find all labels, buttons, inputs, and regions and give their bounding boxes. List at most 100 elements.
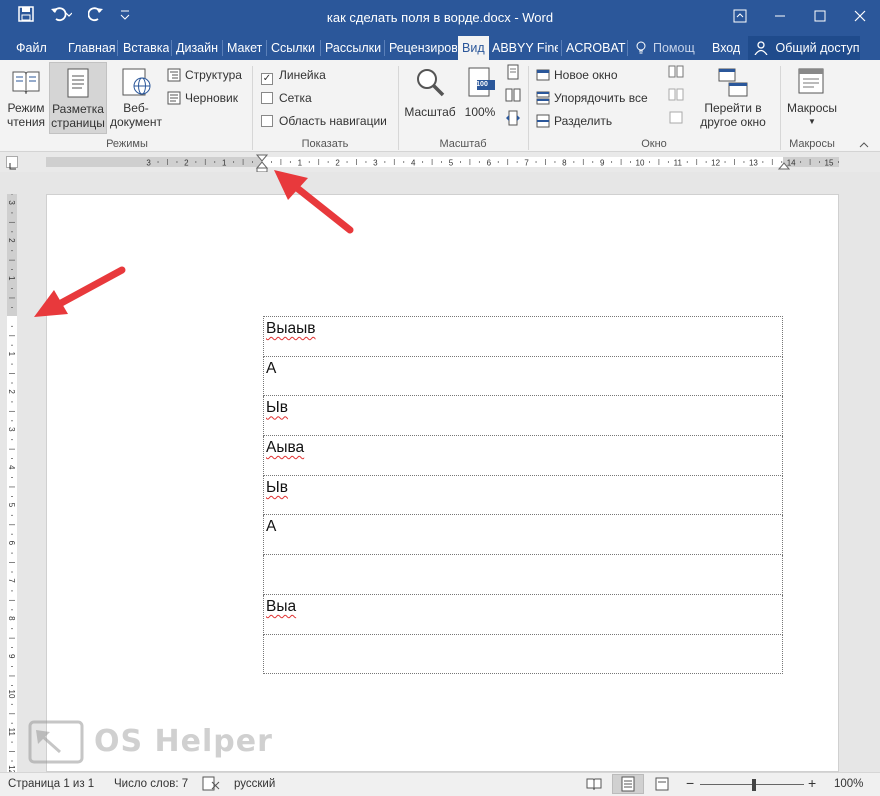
ruler-label: 5 — [7, 503, 16, 508]
switch-windows-label-1: Перейти в — [704, 101, 762, 115]
ruler-label: 5 — [449, 159, 454, 168]
table-cell[interactable]: Ыв — [263, 474, 783, 516]
tab-acrobat[interactable]: ACROBAT — [566, 36, 626, 60]
web-layout-button[interactable]: Веб- документ — [108, 66, 164, 129]
navigation-pane-checkbox[interactable]: Область навигации — [261, 114, 387, 128]
tab-mailings[interactable]: Рассылки — [325, 36, 381, 60]
view-side-by-side-button[interactable] — [666, 64, 686, 83]
print-layout-view-icon[interactable] — [612, 774, 644, 794]
table-cell[interactable] — [263, 554, 783, 595]
one-page-button[interactable] — [503, 64, 523, 83]
document-table[interactable]: Выаыв А Ыв Аыва Ыв А Выа — [263, 316, 783, 675]
tab-abbyy[interactable]: ABBYY Finel — [492, 36, 558, 60]
tab-home[interactable]: Главная — [68, 36, 116, 60]
read-mode-view-icon[interactable] — [586, 776, 602, 795]
ruler-label: 13 — [749, 159, 758, 168]
vertical-ruler-ticks: 321123456789101112 — [7, 194, 16, 772]
table-row[interactable]: А — [263, 355, 783, 397]
table-cell[interactable]: А — [263, 514, 783, 556]
tab-references[interactable]: Ссылки — [271, 36, 315, 60]
checkbox-empty — [261, 115, 273, 127]
table-row[interactable]: Ыв — [263, 474, 783, 516]
split-label: Разделить — [554, 114, 613, 128]
read-mode-button[interactable]: Режим чтения — [4, 66, 48, 129]
tab-separator — [171, 40, 172, 56]
gridlines-checkbox[interactable]: Сетка — [261, 91, 312, 105]
zoom-group-name: Масштаб — [439, 138, 487, 150]
table-row[interactable]: Выаыв — [263, 316, 783, 357]
collapse-ribbon-button[interactable] — [857, 138, 871, 152]
left-tab-icon — [9, 159, 16, 173]
table-cell[interactable]: А — [263, 355, 783, 397]
reset-window-icon — [668, 110, 684, 129]
tab-layout[interactable]: Макет — [227, 36, 262, 60]
table-cell[interactable]: Ыв — [263, 395, 783, 437]
tab-insert[interactable]: Вставка — [123, 36, 169, 60]
zoom-level[interactable]: 100% — [834, 778, 863, 790]
vertical-ruler[interactable]: 3 2 1 1 2 3 4 5 6 7 8 9 10 11 12 — [7, 194, 17, 772]
tab-selector-button[interactable] — [6, 156, 18, 170]
table-cell[interactable]: Аыва — [263, 435, 783, 476]
table-cell[interactable] — [263, 633, 783, 675]
magnifier-icon — [414, 66, 446, 101]
zoom-100-button[interactable]: 100% — [460, 66, 500, 119]
draft-button[interactable]: Черновик — [167, 91, 238, 108]
outline-button[interactable]: Структура — [167, 68, 242, 85]
ribbon-display-options-icon[interactable] — [720, 0, 760, 32]
print-layout-label-1: Разметка — [52, 102, 104, 116]
arrange-all-icon — [536, 91, 550, 108]
tab-file[interactable]: Файл — [16, 36, 47, 60]
maximize-icon[interactable] — [800, 0, 840, 32]
page-count[interactable]: Страница 1 из 1 — [8, 778, 94, 790]
minimize-icon[interactable] — [760, 0, 800, 32]
tab-separator — [117, 40, 118, 56]
ruler-label: 8 — [7, 616, 16, 621]
sign-in-link[interactable]: Вход — [712, 36, 740, 60]
web-layout-view-icon[interactable] — [654, 776, 670, 795]
reset-window-position-button[interactable] — [666, 110, 686, 129]
print-layout-button[interactable]: Разметка страницы — [49, 62, 107, 134]
ruler-label: 10 — [636, 159, 645, 168]
close-icon[interactable] — [840, 0, 880, 32]
synchronous-scrolling-button[interactable] — [666, 87, 686, 106]
table-row[interactable] — [263, 554, 783, 595]
table-row[interactable]: Ыв — [263, 395, 783, 437]
ruler-label: 2 — [184, 159, 189, 168]
table-cell[interactable]: Выаыв — [263, 316, 783, 357]
ruler-label: 9 — [600, 159, 605, 168]
ruler-checkbox[interactable]: ✓ Линейка — [261, 68, 326, 85]
arrange-all-button[interactable]: Упорядочить все — [536, 91, 648, 108]
cell-text: Ыв — [266, 478, 288, 496]
tab-design[interactable]: Дизайн — [176, 36, 218, 60]
horizontal-ruler[interactable]: 3 2 1 1 2 3 4 5 6 7 8 9 10 11 12 13 14 15 — [46, 157, 839, 167]
split-button[interactable]: Разделить — [536, 114, 612, 131]
zoom-button[interactable]: Масштаб — [402, 66, 458, 119]
ribbon-tabs: Файл Главная Вставка Дизайн Макет Ссылки… — [0, 36, 880, 60]
share-button[interactable]: Общий доступ — [748, 36, 860, 60]
table-cell[interactable]: Выа — [263, 593, 783, 635]
macros-button[interactable]: Макросы ▼ — [784, 66, 840, 129]
switch-windows-button[interactable]: Перейти в другое окно — [692, 66, 774, 129]
new-window-icon — [536, 68, 550, 85]
vertical-scrollbar[interactable] — [862, 172, 880, 772]
table-row[interactable]: Выа — [263, 593, 783, 635]
ruler-label: 4 — [7, 465, 16, 470]
tell-me-search[interactable]: Помощ — [635, 36, 703, 60]
table-row[interactable]: А — [263, 514, 783, 556]
tab-review[interactable]: Рецензиров — [389, 36, 457, 60]
multiple-pages-button[interactable] — [503, 87, 523, 106]
table-row[interactable] — [263, 633, 783, 675]
table-row[interactable]: Аыва — [263, 435, 783, 476]
annotation-arrow-top — [274, 170, 354, 234]
zoom-slider-thumb[interactable] — [752, 779, 756, 791]
page-width-button[interactable] — [503, 110, 523, 129]
word-count[interactable]: Число слов: 7 — [114, 778, 188, 790]
tab-view[interactable]: Вид — [458, 36, 489, 60]
ruler-label: 3 — [146, 159, 151, 168]
language-indicator[interactable]: русский — [234, 778, 275, 790]
new-window-button[interactable]: Новое окно — [536, 68, 618, 85]
proofing-icon[interactable] — [202, 776, 220, 795]
ruler-label: 11 — [674, 159, 683, 168]
zoom-out-button[interactable]: − — [686, 775, 694, 791]
zoom-in-button[interactable]: + — [808, 775, 816, 791]
